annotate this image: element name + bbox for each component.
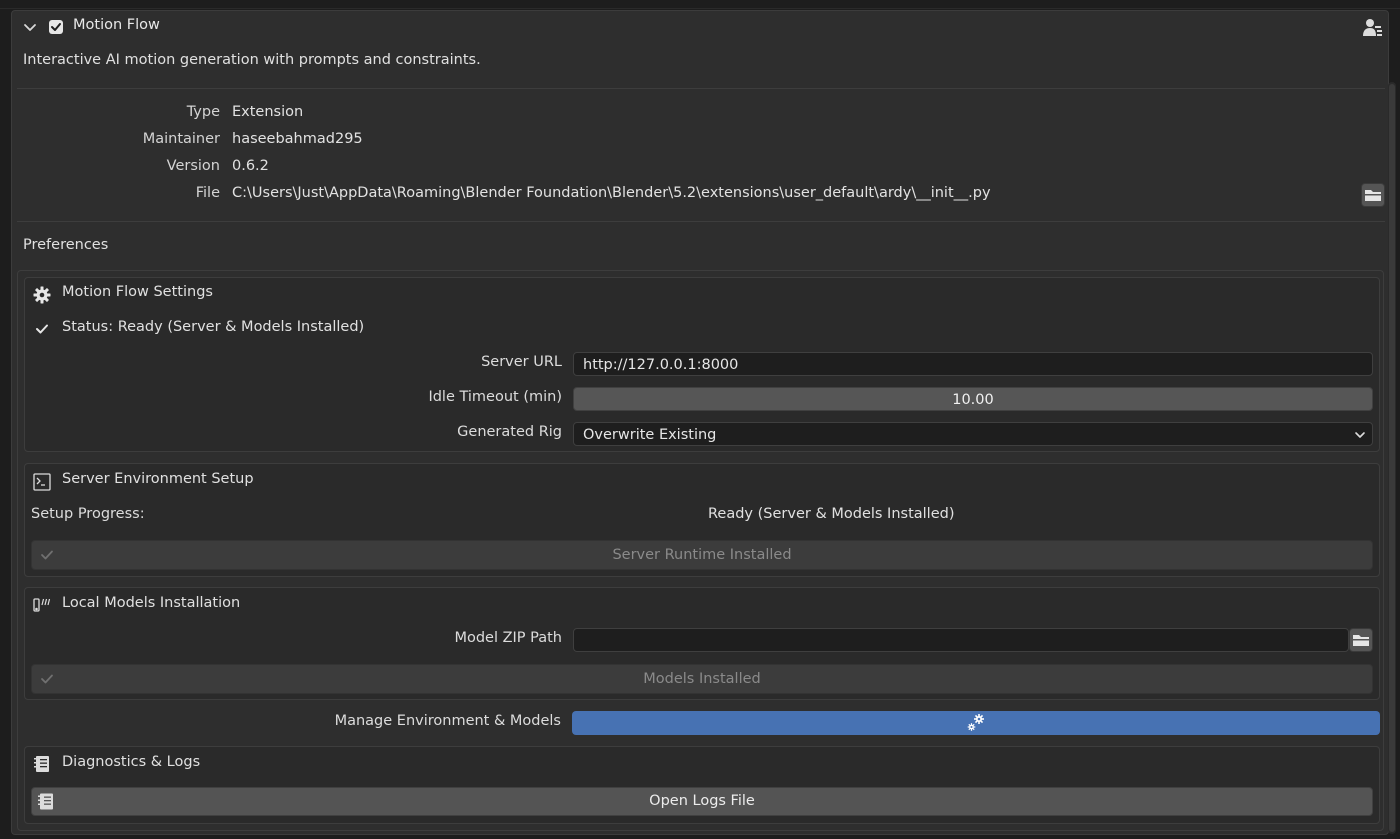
preferences-title: Preferences [23,237,109,253]
file-label: File [195,185,220,201]
generated-rig-label: Generated Rig [457,424,562,440]
maintainer-label: Maintainer [142,131,220,147]
divider [17,221,1385,222]
manage-label: Manage Environment & Models [334,713,561,729]
generated-rig-dropdown[interactable]: Overwrite Existing [573,422,1373,446]
models-installed-button-label: Models Installed [643,671,761,687]
console-icon [33,473,51,491]
open-logs-button-label: Open Logs File [649,793,755,809]
maintainer-value: haseebahmad295 [232,131,363,147]
checkbox-icon [51,23,61,31]
models-installed-button[interactable]: Models Installed [31,664,1373,694]
settings-title: Motion Flow Settings [62,284,213,300]
folder-icon [1365,190,1381,201]
models-icon [33,598,51,612]
user-icon[interactable] [1362,18,1384,38]
server-url-input[interactable]: http://127.0.0.1:8000 [573,352,1373,376]
type-label: Type [186,104,220,120]
manage-environment-button[interactable] [572,711,1380,735]
gear-icon [33,286,51,304]
status-text: Status: Ready (Server & Models Installed… [62,319,365,335]
logs-icon [38,793,53,810]
type-value: Extension [232,104,304,120]
folder-icon [1353,635,1369,646]
setup-progress-label: Setup Progress: [31,506,145,522]
server-runtime-button-label: Server Runtime Installed [612,547,792,563]
setup-progress-value: Ready (Server & Models Installed) [708,506,955,522]
browse-zip-button[interactable] [1349,628,1373,652]
check-icon [41,674,53,684]
idle-timeout-field[interactable]: 10.00 [573,387,1373,411]
open-folder-button[interactable] [1361,183,1385,207]
addon-description: Interactive AI motion generation with pr… [23,52,481,68]
chevron-down-icon [1355,432,1365,438]
model-zip-input[interactable] [573,628,1349,652]
server-runtime-button[interactable]: Server Runtime Installed [31,540,1373,570]
divider [17,88,1385,89]
idle-timeout-label: Idle Timeout (min) [428,389,562,405]
server-url-label: Server URL [481,354,562,370]
diagnostics-title: Diagnostics & Logs [62,754,201,770]
version-value: 0.6.2 [232,158,269,174]
local-models-title: Local Models Installation [62,595,241,611]
version-label: Version [166,158,220,174]
enable-checkbox[interactable] [49,20,63,34]
addon-title: Motion Flow [73,17,160,33]
window-top-edge [0,0,1400,9]
logs-icon [34,756,49,772]
scrollbar-thumb[interactable] [1389,84,1395,832]
check-icon [41,550,53,560]
gears-icon [967,714,984,731]
file-path: C:\Users\Just\AppData\Roaming\Blender Fo… [232,185,991,201]
model-zip-label: Model ZIP Path [454,630,562,646]
chevron-down-icon[interactable] [22,20,38,36]
open-logs-button[interactable]: Open Logs File [31,787,1373,816]
server-env-title: Server Environment Setup [62,471,254,487]
generated-rig-value: Overwrite Existing [583,427,717,443]
check-icon [36,324,48,334]
